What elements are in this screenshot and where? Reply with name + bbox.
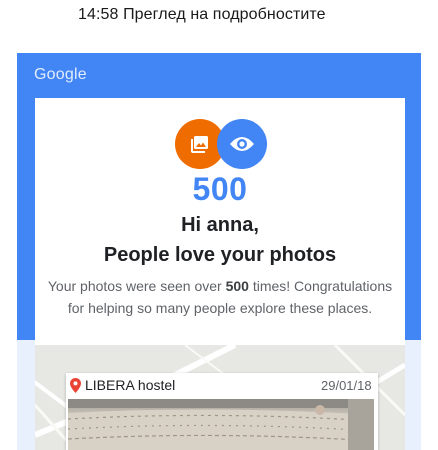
body-prefix: Your photos were seen over	[47, 278, 226, 294]
status-title: 14:58 Преглед на подробностите	[78, 6, 326, 23]
body-count: 500	[225, 278, 249, 294]
place-photo[interactable]	[68, 399, 374, 450]
headline: People love your photos	[103, 244, 337, 266]
status-bar: 14:58 Преглед на подробностите	[0, 0, 438, 40]
views-count: 500	[192, 171, 248, 207]
location-pin-icon	[70, 378, 81, 393]
eye-icon	[217, 119, 267, 169]
place-date: 29/01/18	[321, 378, 372, 393]
greeting: Hi anna,	[181, 214, 259, 236]
google-logo: Google	[34, 66, 87, 83]
place-name[interactable]: LIBERA hostel	[85, 377, 175, 393]
body-text: Your photos were seen over 500 times! Co…	[45, 275, 395, 319]
